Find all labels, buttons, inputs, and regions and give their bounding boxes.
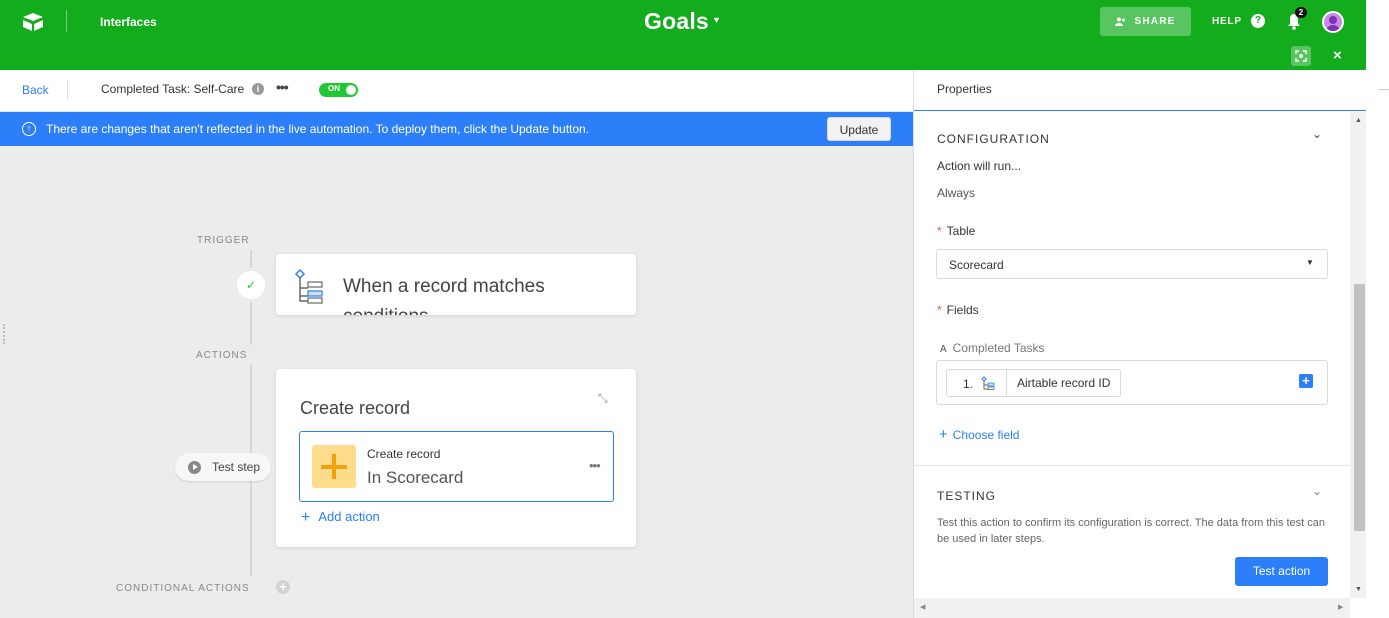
step-type-label: Create record xyxy=(367,447,441,461)
share-users-icon xyxy=(1115,17,1126,26)
back-link[interactable]: Back xyxy=(22,83,49,97)
share-label: SHARE xyxy=(1134,16,1176,27)
plus-icon: + xyxy=(939,426,948,443)
choose-field-button[interactable]: + Choose field xyxy=(939,426,1019,443)
chevron-down-icon[interactable]: ⌄ xyxy=(1312,484,1322,498)
panel-title: Properties xyxy=(937,82,992,96)
automation-canvas: TRIGGER ✓ When a record matches conditio… xyxy=(0,146,913,618)
token-number-text: 1. xyxy=(963,377,974,391)
required-mark: * xyxy=(937,303,942,317)
step-more-icon[interactable]: ••• xyxy=(589,458,601,473)
plus-icon: + xyxy=(301,509,311,526)
step-target-table: In Scorecard xyxy=(367,468,464,487)
table-select-value: Scorecard xyxy=(949,258,1004,272)
scroll-right-icon[interactable]: ▶ xyxy=(1338,603,1343,611)
add-action-label: Add action xyxy=(318,509,380,524)
field-name-label: A Completed Tasks xyxy=(940,341,1045,355)
horizontal-scrollbar[interactable]: ◀ ▶ xyxy=(914,598,1350,618)
table-label: * Table xyxy=(937,224,975,238)
add-conditional-action-icon[interactable]: + xyxy=(276,580,290,594)
trigger-section-label: TRIGGER xyxy=(197,235,250,246)
create-record-step[interactable]: Create record In Scorecard ••• xyxy=(299,431,614,502)
resize-handle[interactable] xyxy=(3,324,6,344)
add-token-icon[interactable]: + xyxy=(1299,374,1313,388)
record-conditions-icon xyxy=(981,376,995,390)
action-title: Create record xyxy=(300,398,411,418)
top-bar: Interfaces Goals ▼ SHARE HELP ? 2 × xyxy=(0,0,1366,70)
conditional-actions-label: CONDITIONAL ACTIONS xyxy=(116,583,250,594)
create-record-plus-icon xyxy=(312,445,356,488)
trigger-status-check-icon: ✓ xyxy=(237,271,265,299)
trigger-title: When a record matches conditions xyxy=(343,276,545,315)
configuration-section-title[interactable]: CONFIGURATION xyxy=(937,132,1050,146)
upload-info-icon: ↑ xyxy=(22,122,36,136)
deploy-changes-banner: ↑ There are changes that aren't reflecte… xyxy=(0,112,913,146)
base-menu-caret-icon[interactable]: ▼ xyxy=(712,15,721,25)
vertical-scrollbar[interactable]: ▲ ▼ xyxy=(1350,112,1367,598)
topbar-divider xyxy=(66,10,67,32)
scroll-up-icon[interactable]: ▲ xyxy=(1355,117,1362,124)
window-edge xyxy=(1366,0,1389,618)
collapse-icon[interactable]: ⤡ xyxy=(598,391,608,406)
trigger-card[interactable]: When a record matches conditions xyxy=(276,254,636,315)
focus-icon xyxy=(1295,50,1307,62)
text-field-icon: A xyxy=(940,344,947,355)
share-button[interactable]: SHARE xyxy=(1100,7,1191,36)
field-name-text: Completed Tasks xyxy=(952,341,1045,355)
automation-name[interactable]: Completed Task: Self-Care xyxy=(101,82,244,96)
token-step-number: 1. xyxy=(946,369,1006,397)
header-divider xyxy=(67,80,68,100)
play-icon xyxy=(188,461,201,474)
choose-field-label: Choose field xyxy=(952,428,1020,442)
focus-mode-button[interactable] xyxy=(1291,46,1311,66)
field-value-input[interactable]: 1. Airtable record ID + xyxy=(936,360,1328,405)
test-step-label: Test step xyxy=(212,460,261,474)
test-action-button[interactable]: Test action xyxy=(1235,557,1328,586)
required-mark: * xyxy=(937,224,942,238)
airtable-logo-icon[interactable] xyxy=(22,12,44,32)
interfaces-tab[interactable]: Interfaces xyxy=(100,15,157,29)
window-edge-divider xyxy=(1378,89,1389,90)
update-button[interactable]: Update xyxy=(827,117,891,141)
testing-section-title[interactable]: TESTING xyxy=(937,489,996,503)
properties-content: CONFIGURATION ⌄ Action will run... Alway… xyxy=(914,112,1350,598)
fields-label: * Fields xyxy=(937,303,979,317)
fields-label-text: Fields xyxy=(946,303,979,317)
testing-description: Test this action to confirm its configur… xyxy=(937,517,1326,545)
chevron-down-icon: ▼ xyxy=(1306,258,1314,267)
section-divider xyxy=(914,465,1350,466)
actions-section-label: ACTIONS xyxy=(196,350,248,361)
toggle-label: ON xyxy=(328,84,340,93)
help-button[interactable]: HELP xyxy=(1212,16,1242,27)
info-icon[interactable]: i xyxy=(252,83,264,95)
run-condition-value: Always xyxy=(937,186,976,200)
close-icon[interactable]: × xyxy=(1333,47,1342,64)
chevron-down-icon[interactable]: ⌄ xyxy=(1312,127,1322,141)
run-condition-label: Action will run... xyxy=(937,159,1022,173)
banner-message: There are changes that aren't reflected … xyxy=(46,122,590,136)
record-conditions-icon xyxy=(294,268,323,304)
scrollbar-thumb[interactable] xyxy=(1354,284,1365,531)
add-action-button[interactable]: + Add action xyxy=(301,508,380,526)
automation-header: Back Completed Task: Self-Care i ••• ON xyxy=(0,70,913,112)
automation-on-toggle[interactable]: ON xyxy=(319,83,358,97)
table-label-text: Table xyxy=(946,224,976,238)
test-step-button[interactable]: Test step xyxy=(175,453,271,481)
properties-tab[interactable]: Properties xyxy=(914,70,1367,111)
action-card[interactable]: Create record ⤡ Create record In Scoreca… xyxy=(276,369,636,547)
base-name[interactable]: Goals xyxy=(644,8,709,35)
scroll-down-icon[interactable]: ▼ xyxy=(1355,586,1362,593)
help-icon[interactable]: ? xyxy=(1251,14,1265,28)
toggle-knob xyxy=(346,85,356,95)
user-avatar[interactable] xyxy=(1322,11,1344,33)
token-value[interactable]: Airtable record ID xyxy=(1006,369,1122,397)
scroll-left-icon[interactable]: ◀ xyxy=(920,603,925,611)
more-options-icon[interactable]: ••• xyxy=(276,79,289,95)
table-select[interactable]: Scorecard ▼ xyxy=(936,249,1328,279)
properties-panel: Properties CONFIGURATION ⌄ Action will r… xyxy=(913,70,1367,618)
notification-count-badge: 2 xyxy=(1295,7,1307,18)
